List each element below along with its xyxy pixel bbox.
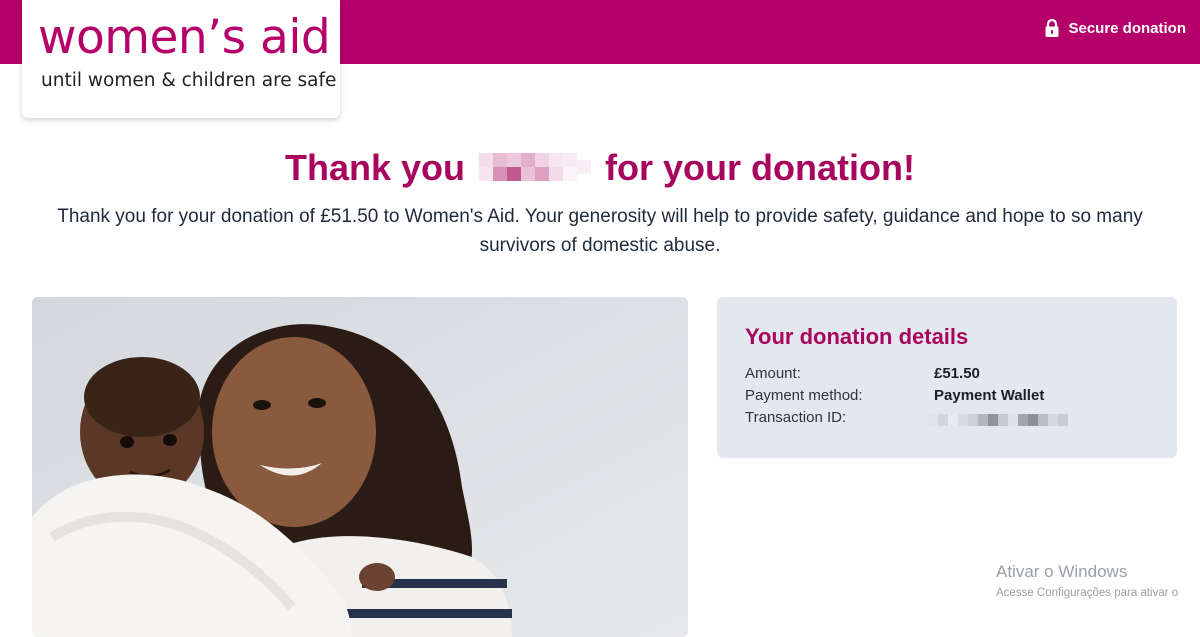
detail-label: Payment method: <box>745 387 863 404</box>
detail-label: Amount: <box>745 365 801 382</box>
mother-and-baby-photo <box>32 297 688 637</box>
headline-start: Thank you <box>284 147 466 188</box>
donation-details-card: Your donation details Amount: £51.50 Pay… <box>717 297 1177 458</box>
watermark-title: Ativar o Windows <box>996 562 1128 581</box>
page-title: Thank you for your donation! <box>0 145 1200 191</box>
thank-you-message: Thank you for your donation of £51.50 to… <box>57 206 1143 256</box>
redacted-donor-name <box>479 149 592 185</box>
windows-activation-watermark: Ativar o Windows Acesse Configurações pa… <box>996 562 1178 604</box>
logo-tagline: until women & children are safe <box>41 70 337 91</box>
detail-row-amount: Amount: £51.50 <box>745 365 1165 387</box>
donation-details-title: Your donation details <box>745 324 969 349</box>
detail-value: Payment Wallet <box>934 387 1045 404</box>
secure-donation-label: Secure donation <box>1068 19 1186 37</box>
logo-wordmark: women’s aid <box>38 10 331 65</box>
detail-label: Transaction ID: <box>745 409 847 426</box>
headline-end: for your donation! <box>605 147 916 188</box>
detail-row-transaction-id: Transaction ID: <box>745 409 1165 431</box>
redacted-transaction-id <box>928 414 1073 426</box>
secure-donation-indicator: Secure donation <box>1044 17 1186 39</box>
detail-value: £51.50 <box>934 365 980 382</box>
lock-icon <box>1045 18 1059 37</box>
detail-row-payment-method: Payment method: Payment Wallet <box>745 387 1165 409</box>
logo[interactable]: women’s aid until women & children are s… <box>22 0 340 118</box>
watermark-subtitle: Acesse Configurações para ativar o <box>996 587 1179 599</box>
